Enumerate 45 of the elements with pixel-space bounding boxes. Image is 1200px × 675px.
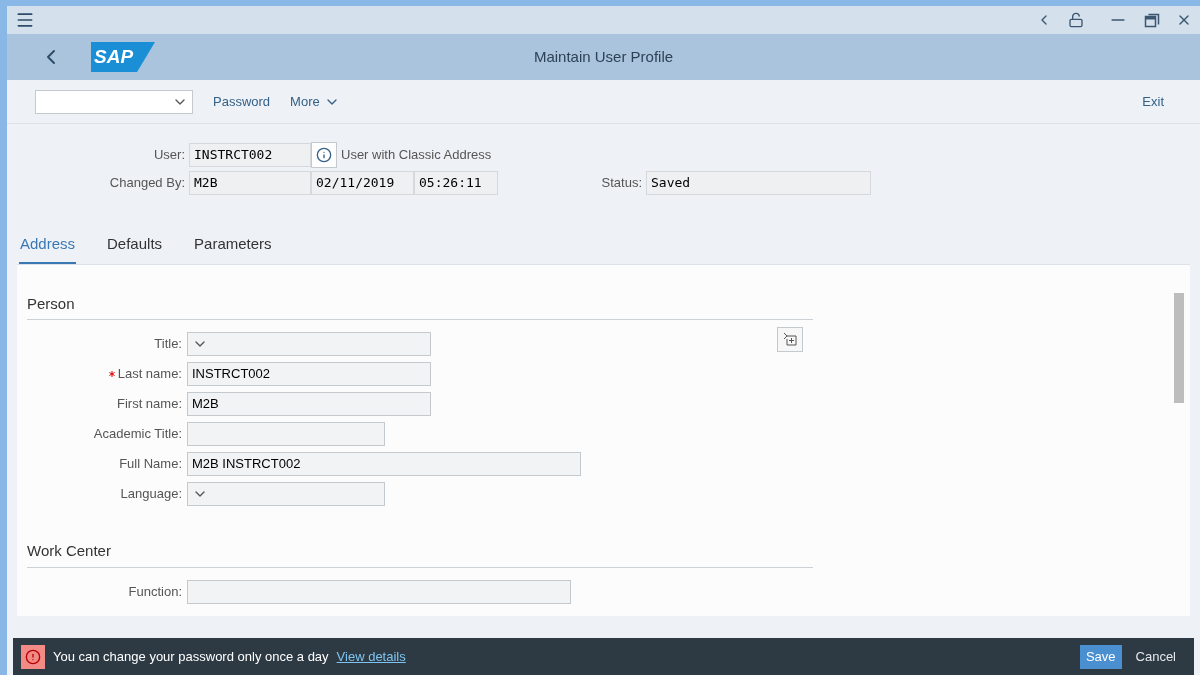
field-label: Status:: [600, 174, 643, 193]
scrollbar[interactable]: [1174, 292, 1184, 403]
input-field[interactable]: M2B: [187, 392, 431, 416]
field-label: Title:: [154, 335, 182, 354]
readonly-field[interactable]: INSTRCT002: [189, 143, 311, 167]
section-title: Person: [27, 292, 813, 320]
padlock-icon[interactable]: [1068, 12, 1084, 28]
readonly-field[interactable]: 05:26:11: [414, 171, 498, 195]
field-label: First name:: [117, 395, 182, 414]
input-field[interactable]: M2B INSTRCT002: [187, 452, 581, 476]
input-field[interactable]: [187, 422, 385, 446]
expand-icon: [783, 332, 797, 346]
cancel-button[interactable]: Cancel: [1129, 644, 1182, 669]
input-field[interactable]: [187, 579, 571, 604]
section-title: Work Center: [27, 540, 813, 568]
dropdown-field[interactable]: [187, 332, 431, 356]
user-type-text: User with Classic Address: [341, 146, 492, 165]
field-label: User:: [152, 146, 186, 165]
exit-button[interactable]: Exit: [1142, 91, 1164, 112]
error-icon: [21, 644, 45, 669]
field-label: Last name:: [117, 365, 182, 384]
window-title: Maintain User Profile: [533, 46, 674, 67]
restore-icon[interactable]: [1144, 12, 1160, 28]
input-field[interactable]: INSTRCT002: [187, 362, 431, 386]
message-text: You can change your password only once a day: [53, 647, 329, 666]
readonly-field[interactable]: 02/11/2019: [311, 171, 414, 195]
menu-icon[interactable]: [15, 10, 35, 30]
logo: SAP: [91, 42, 155, 72]
field-label: Language:: [120, 485, 182, 504]
readonly-field[interactable]: M2B: [189, 171, 311, 195]
tab[interactable]: Defaults: [106, 233, 164, 264]
tab[interactable]: Parameters: [193, 233, 273, 264]
field-label: Function:: [128, 582, 182, 601]
expand-button[interactable]: [777, 326, 803, 352]
toolbar-button[interactable]: More: [290, 91, 340, 112]
field-label: Academic Title:: [93, 425, 182, 444]
field-label: Changed By:: [108, 174, 186, 193]
readonly-field[interactable]: Saved: [646, 171, 871, 195]
field-label: Full Name:: [119, 455, 182, 474]
required-asterisk-icon: [108, 371, 115, 377]
dropdown-field[interactable]: [187, 482, 385, 506]
dropdown-field[interactable]: [35, 89, 193, 114]
toolbar-button[interactable]: Password: [213, 91, 271, 112]
info-button[interactable]: [311, 142, 337, 168]
view-details-link[interactable]: View details: [336, 646, 406, 667]
